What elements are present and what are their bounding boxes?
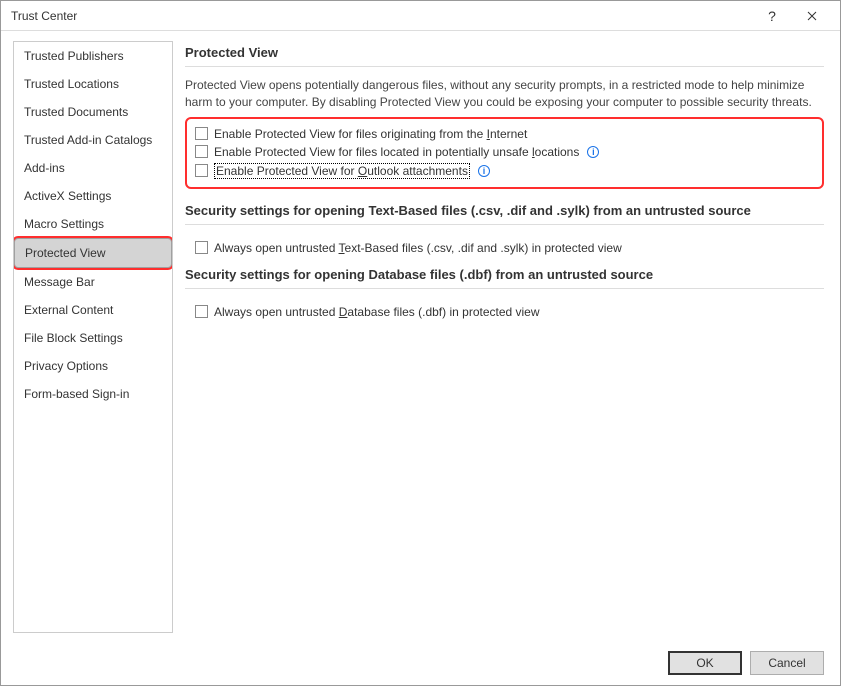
sidebar-item-label: Privacy Options — [24, 359, 108, 373]
section-heading-database: Security settings for opening Database f… — [185, 267, 824, 282]
sidebar-item-label: Message Bar — [24, 275, 95, 289]
close-button[interactable] — [792, 2, 832, 30]
sidebar-item-trusted-locations[interactable]: Trusted Locations — [14, 70, 172, 98]
database-section: Security settings for opening Database f… — [185, 267, 824, 319]
option-label: Enable Protected View for files originat… — [214, 127, 527, 141]
category-sidebar: Trusted Publishers Trusted Locations Tru… — [13, 41, 173, 633]
text-based-section: Security settings for opening Text-Based… — [185, 203, 824, 255]
sidebar-item-message-bar[interactable]: Message Bar — [14, 268, 172, 296]
protected-view-description: Protected View opens potentially dangero… — [185, 77, 824, 111]
option-text-based-files[interactable]: Always open untrusted Text-Based files (… — [185, 235, 824, 255]
info-icon[interactable]: i — [478, 165, 490, 177]
sidebar-item-label: Trusted Locations — [24, 77, 119, 91]
sidebar-item-protected-view[interactable]: Protected View — [14, 238, 172, 268]
section-heading-protected-view: Protected View — [185, 45, 824, 60]
trust-center-dialog: Trust Center ? Trusted Publishers Truste… — [0, 0, 841, 686]
sidebar-item-label: Form-based Sign-in — [24, 387, 129, 401]
sidebar-item-label: Trusted Publishers — [24, 49, 124, 63]
section-heading-text-based: Security settings for opening Text-Based… — [185, 203, 824, 218]
sidebar-item-macro-settings[interactable]: Macro Settings — [14, 210, 172, 238]
option-unsafe-locations[interactable]: Enable Protected View for files located … — [195, 143, 814, 161]
section-divider — [185, 66, 824, 67]
option-label: Always open untrusted Database files (.d… — [214, 305, 540, 319]
sidebar-item-addins[interactable]: Add-ins — [14, 154, 172, 182]
sidebar-item-file-block-settings[interactable]: File Block Settings — [14, 324, 172, 352]
sidebar-item-label: Trusted Add-in Catalogs — [24, 133, 152, 147]
content-pane: Protected View Protected View opens pote… — [185, 41, 828, 633]
sidebar-item-external-content[interactable]: External Content — [14, 296, 172, 324]
checkbox-icon — [195, 145, 208, 158]
sidebar-item-privacy-options[interactable]: Privacy Options — [14, 352, 172, 380]
window-title: Trust Center — [9, 9, 752, 23]
section-divider — [185, 224, 824, 225]
info-icon[interactable]: i — [587, 146, 599, 158]
sidebar-item-label: File Block Settings — [24, 331, 123, 345]
option-outlook-attachments[interactable]: Enable Protected View for Outlook attach… — [195, 161, 814, 181]
sidebar-item-trusted-documents[interactable]: Trusted Documents — [14, 98, 172, 126]
help-button[interactable]: ? — [752, 2, 792, 30]
sidebar-item-trusted-publishers[interactable]: Trusted Publishers — [14, 42, 172, 70]
sidebar-item-trusted-addin-catalogs[interactable]: Trusted Add-in Catalogs — [14, 126, 172, 154]
dialog-body: Trusted Publishers Trusted Locations Tru… — [1, 31, 840, 641]
sidebar-item-form-based-signin[interactable]: Form-based Sign-in — [14, 380, 172, 408]
cancel-button[interactable]: Cancel — [750, 651, 824, 675]
sidebar-item-label: Trusted Documents — [24, 105, 128, 119]
checkbox-icon — [195, 241, 208, 254]
ok-button[interactable]: OK — [668, 651, 742, 675]
checkbox-icon — [195, 127, 208, 140]
dialog-footer: OK Cancel — [1, 641, 840, 685]
sidebar-item-activex-settings[interactable]: ActiveX Settings — [14, 182, 172, 210]
sidebar-item-label: ActiveX Settings — [24, 189, 111, 203]
option-label: Enable Protected View for files located … — [214, 145, 579, 159]
checkbox-icon — [195, 164, 208, 177]
titlebar: Trust Center ? — [1, 1, 840, 31]
option-label: Enable Protected View for Outlook attach… — [214, 163, 470, 179]
sidebar-item-label: Protected View — [25, 246, 106, 260]
protected-view-options-group: Enable Protected View for files originat… — [185, 117, 824, 189]
sidebar-item-label: Add-ins — [24, 161, 65, 175]
sidebar-item-label: External Content — [24, 303, 113, 317]
option-database-files[interactable]: Always open untrusted Database files (.d… — [185, 299, 824, 319]
section-divider — [185, 288, 824, 289]
checkbox-icon — [195, 305, 208, 318]
option-label: Always open untrusted Text-Based files (… — [214, 241, 622, 255]
sidebar-item-label: Macro Settings — [24, 217, 104, 231]
close-icon — [807, 11, 817, 21]
option-internet-files[interactable]: Enable Protected View for files originat… — [195, 125, 814, 143]
